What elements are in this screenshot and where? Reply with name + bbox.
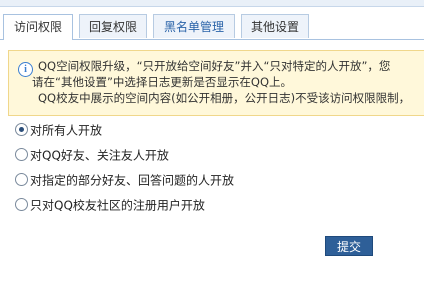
notice-line-1: QQ空间权限升级，“只开放给空间好友”并入“只对特定的人开放”，您 (38, 59, 391, 73)
option-label: 只对QQ校友社区的注册用户开放 (30, 198, 205, 213)
tab-bar: 访问权限 回复权限 黑名单管理 其他设置 (0, 6, 424, 40)
option-everyone[interactable]: 对所有人开放 (15, 121, 102, 139)
option-qq-friends[interactable]: 对QQ好友、关注友人开放 (15, 146, 169, 164)
submit-button[interactable]: 提交 (325, 236, 373, 256)
radio-button-checked[interactable] (15, 123, 28, 136)
option-specified-friends[interactable]: 对指定的部分好友、回答问题的人开放 (15, 171, 234, 189)
tab-reply-permission[interactable]: 回复权限 (79, 14, 147, 38)
radio-button[interactable] (15, 198, 28, 211)
info-icon: i (18, 62, 33, 77)
tab-blacklist-management[interactable]: 黑名单管理 (153, 14, 235, 38)
notice-line-2: 请在“其他设置”中选择日志更新是否显示在QQ上。 (32, 75, 293, 89)
privacy-settings-page: 访问权限 回复权限 黑名单管理 其他设置 i QQ空间权限升级，“只开放给空间好… (0, 0, 424, 299)
option-label: 对所有人开放 (30, 123, 103, 138)
tab-access-permission[interactable]: 访问权限 (3, 14, 73, 40)
radio-button[interactable] (15, 148, 28, 161)
notice-box: i QQ空间权限升级，“只开放给空间好友”并入“只对特定的人开放”，您 请在“其… (8, 50, 424, 116)
tab-other-settings[interactable]: 其他设置 (241, 14, 309, 38)
option-alumni-community[interactable]: 只对QQ校友社区的注册用户开放 (15, 196, 205, 214)
option-label: 对QQ好友、关注友人开放 (30, 148, 169, 163)
radio-button[interactable] (15, 173, 28, 186)
notice-line-3: QQ校友中展示的空间内容(如公开相册，公开日志)不受该访问权限限制， (38, 91, 411, 105)
option-label: 对指定的部分好友、回答问题的人开放 (30, 173, 235, 188)
